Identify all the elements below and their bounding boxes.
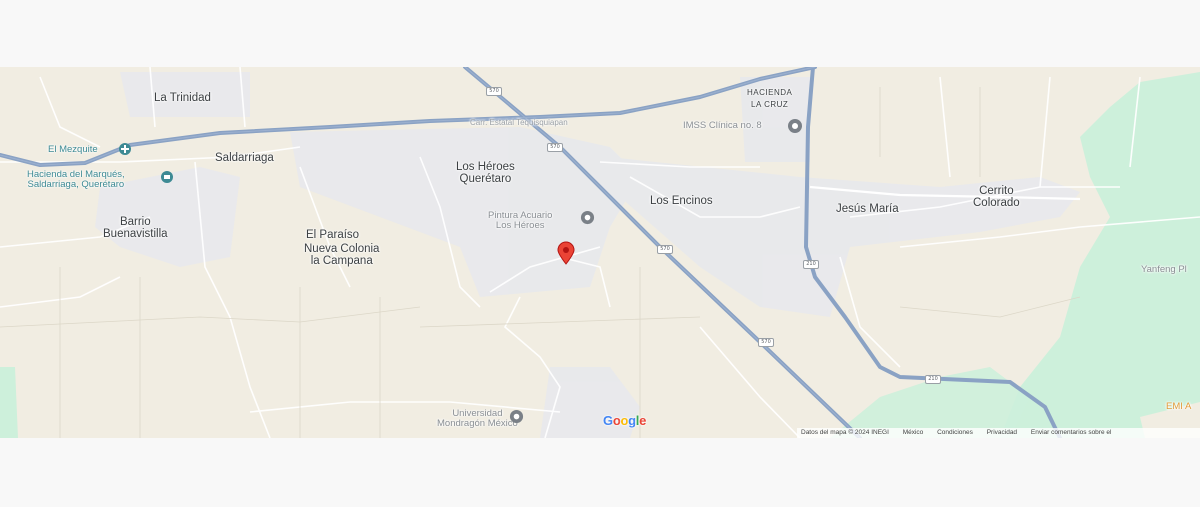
feedback-link[interactable]: Enviar comentarios sobre el bbox=[1031, 429, 1112, 436]
route-shield: 570 bbox=[486, 87, 502, 96]
hotel-marker-icon[interactable] bbox=[160, 170, 174, 184]
poi-label-imss[interactable]: IMSS Clínica no. 8 bbox=[683, 121, 762, 131]
place-label-el-mezquite: El Mezquite bbox=[48, 144, 98, 155]
place-label-cerrito-colorado: Cerrito Colorado bbox=[973, 185, 1020, 209]
place-label-line: HACIENDA bbox=[747, 88, 793, 97]
place-label-line: Querétaro bbox=[459, 173, 512, 185]
country-link[interactable]: México bbox=[903, 429, 924, 436]
place-label-line: la Campana bbox=[310, 255, 373, 267]
place-label-line: LA CRUZ bbox=[751, 100, 789, 109]
terms-link[interactable]: Condiciones bbox=[937, 429, 973, 436]
logo-letter: o bbox=[620, 413, 629, 428]
place-label-line: Buenavistilla bbox=[103, 228, 168, 240]
place-label-los-heroes: Los Héroes Querétaro bbox=[456, 161, 515, 185]
privacy-link[interactable]: Privacidad bbox=[987, 429, 1017, 436]
location-pin-icon[interactable] bbox=[555, 241, 577, 265]
google-logo: Google bbox=[603, 413, 646, 428]
place-label-saldarriaga: Saldarriaga bbox=[215, 152, 274, 164]
hospital-marker-icon[interactable] bbox=[118, 142, 132, 156]
poi-label-line: Saldarriaga, Querétaro bbox=[27, 179, 125, 190]
map-base bbox=[0, 67, 1200, 438]
place-label-la-trinidad: La Trinidad bbox=[154, 92, 211, 104]
place-label-jesus-maria: Jesús María bbox=[836, 203, 899, 215]
place-label-nueva-colonia: Nueva Colonia la Campana bbox=[304, 243, 379, 267]
place-label-line: Cerrito bbox=[979, 185, 1014, 197]
route-shield: 570 bbox=[547, 143, 563, 152]
place-label-line: Los Héroes bbox=[456, 161, 515, 173]
route-shield: 210 bbox=[925, 375, 941, 384]
route-shield: 570 bbox=[758, 338, 774, 347]
map-data-credit: Datos del mapa © 2024 INEGI bbox=[801, 429, 889, 436]
poi-label-line: Los Héroes bbox=[495, 220, 545, 231]
route-shield: 210 bbox=[803, 260, 819, 269]
place-label-line: Barrio bbox=[119, 216, 151, 228]
poi-label-universidad[interactable]: Universidad Mondragón México bbox=[437, 409, 518, 429]
place-label-line: Colorado bbox=[973, 197, 1020, 209]
map-canvas[interactable]: La Trinidad HACIENDA LA CRUZ IMSS Clínic… bbox=[0, 67, 1200, 438]
place-label-los-encinos: Los Encinos bbox=[650, 195, 713, 207]
place-label-hacienda-la-cruz: HACIENDA LA CRUZ bbox=[747, 87, 792, 111]
logo-letter: e bbox=[639, 413, 647, 428]
route-shield: 570 bbox=[657, 245, 673, 254]
logo-letter: g bbox=[628, 413, 636, 428]
place-label-el-paraiso: El Paraíso bbox=[306, 229, 360, 241]
poi-label-pintura-acuario[interactable]: Pintura Acuario Los Héroes bbox=[488, 211, 552, 231]
place-label-barrio-buenavistilla: Barrio Buenavistilla bbox=[103, 216, 168, 240]
poi-label-yanfeng[interactable]: Yanfeng Pl bbox=[1141, 264, 1187, 276]
map-attribution-bar: Datos del mapa © 2024 INEGI México Condi… bbox=[797, 428, 1200, 438]
pintura-marker-icon[interactable] bbox=[580, 210, 595, 225]
poi-label-hacienda-marques[interactable]: Hacienda del Marqués, Saldarriaga, Queré… bbox=[27, 170, 125, 190]
logo-letter: G bbox=[603, 413, 613, 428]
poi-label-emi[interactable]: EMI A bbox=[1166, 401, 1191, 413]
place-label-line: Nueva Colonia bbox=[304, 243, 380, 255]
poi-label-line: Mondragón México bbox=[437, 418, 518, 429]
imss-marker-icon[interactable] bbox=[787, 118, 803, 134]
highway-label: Carr. Estatal Tequisquiapan bbox=[470, 118, 568, 127]
universidad-marker-icon[interactable] bbox=[509, 409, 524, 424]
